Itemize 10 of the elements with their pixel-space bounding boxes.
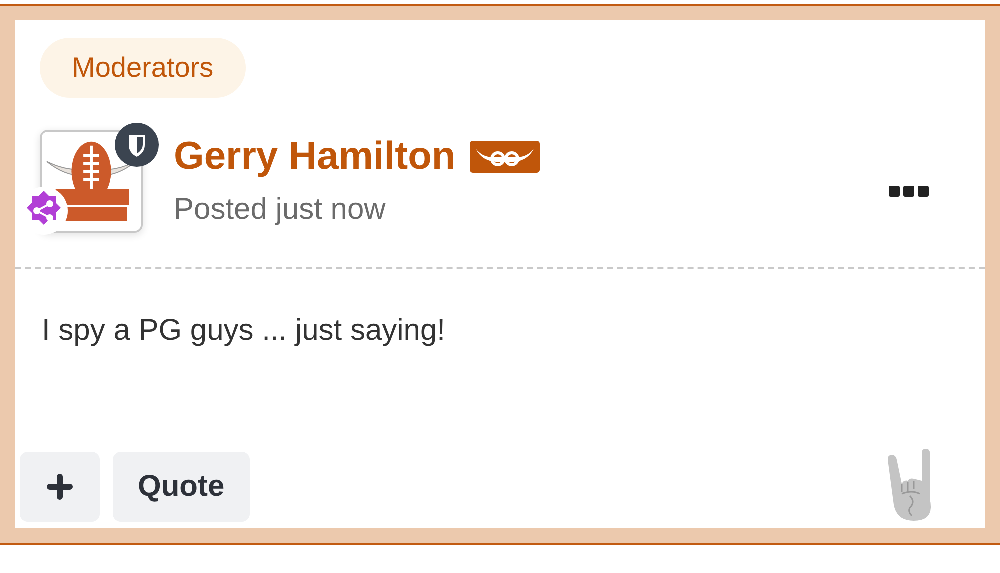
longhorn-badge-icon xyxy=(470,141,540,173)
group-label: Moderators xyxy=(40,38,246,98)
shield-icon xyxy=(115,123,159,167)
more-options-icon[interactable] xyxy=(889,186,929,198)
post-text: I spy a PG guys ... just saying! xyxy=(42,314,447,348)
add-button[interactable] xyxy=(20,452,100,522)
quote-button[interactable]: Quote xyxy=(113,452,250,522)
plus-icon xyxy=(47,474,73,500)
post-time: Posted just now xyxy=(174,193,387,227)
author-name[interactable]: Gerry Hamilton xyxy=(174,135,456,179)
